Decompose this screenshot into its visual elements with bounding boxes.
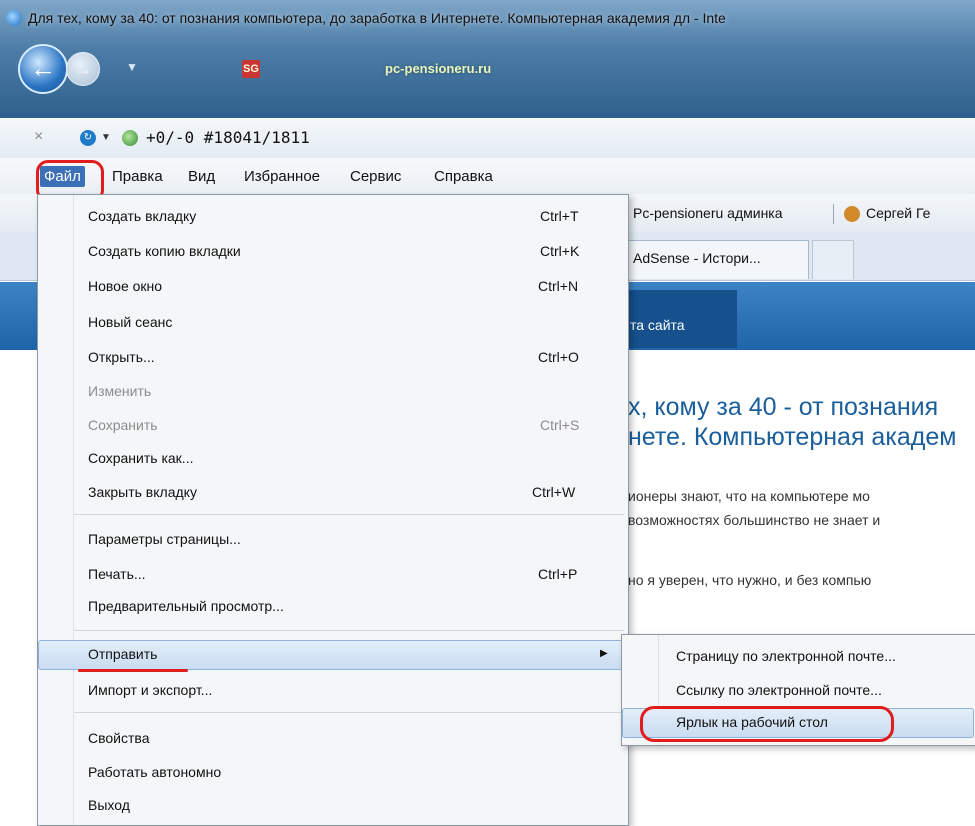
globe-icon[interactable] [122,130,138,146]
menu-item-open[interactable]: Открыть... [88,349,155,365]
menu-item-import-export[interactable]: Импорт и экспорт... [88,682,212,698]
menu-separator [74,514,624,515]
forward-button[interactable]: → [66,52,100,86]
menu-item-page-setup[interactable]: Параметры страницы... [88,531,241,547]
menu-favorites[interactable]: Избранное [244,168,320,185]
shortcut-print: Ctrl+P [538,566,578,582]
menu-item-edit: Изменить [88,383,152,399]
favorites-separator [833,204,834,224]
submenu-item-page-by-email[interactable]: Страницу по электронной почте... [676,648,896,664]
site-nav-label[interactable]: та сайта [630,317,685,333]
menu-view[interactable]: Вид [188,168,215,185]
page-title: х, кому за 40 - от познания нете. Компью… [628,393,957,451]
menu-help[interactable]: Справка [434,168,493,185]
recent-pages-dropdown-icon[interactable]: ▼ [126,60,138,74]
shortcut-new-window: Ctrl+N [538,278,579,294]
shortcut-duplicate-tab: Ctrl+K [540,243,580,259]
back-button[interactable]: ← [18,44,68,94]
menu-item-send[interactable]: Отправить [88,646,157,662]
ie-logo-icon [6,10,22,26]
person-icon [844,206,860,222]
shortcut-open: Ctrl+O [538,349,579,365]
menu-separator [74,630,624,631]
new-tab-button[interactable] [812,240,854,279]
menu-tools[interactable]: Сервис [350,168,401,185]
site-favicon-icon: SG [242,60,260,78]
annotation-underline-send [78,669,188,672]
address-bar[interactable] [150,58,975,84]
shortcut-close-tab: Ctrl+W [532,484,576,500]
menu-item-properties[interactable]: Свойства [88,730,149,746]
submenu-item-link-by-email[interactable]: Ссылку по электронной почте... [676,682,882,698]
page-paragraph-line: возможностях большинство не знает и [628,512,881,528]
toolbar-close-button[interactable]: × [34,128,43,146]
favorites-link-admin[interactable]: Pc-pensioneru админка [633,205,783,221]
menu-item-save: Сохранить [88,417,158,433]
menu-item-close-tab[interactable]: Закрыть вкладку [88,484,197,500]
menu-item-new-window[interactable]: Новое окно [88,278,162,294]
submenu-arrow-icon: ▶ [600,648,608,659]
tab-adsense-label: AdSense - Истори... [633,250,761,266]
shortcut-new-tab: Ctrl+T [540,208,579,224]
menu-item-print-preview[interactable]: Предварительный просмотр... [88,598,284,614]
menu-item-duplicate-tab[interactable]: Создать копию вкладки [88,243,241,259]
toolbar-addon-icon[interactable]: ↻ [80,130,96,146]
shortcut-save: Ctrl+S [540,417,580,433]
menu-item-print[interactable]: Печать... [88,566,146,582]
toolbar-counter: +0/-0 #18041/1811 [146,128,310,147]
menu-item-new-tab[interactable]: Создать вкладку [88,208,196,224]
menu-edit[interactable]: Правка [112,168,163,185]
page-paragraph-line: ионеры знают, что на компьютере мо [628,488,870,504]
toolbar-dropdown-icon[interactable]: ▼ [101,132,111,143]
menu-item-work-offline[interactable]: Работать автономно [88,764,221,780]
window-title: Для тех, кому за 40: от познания компьют… [28,10,726,26]
menu-item-new-session[interactable]: Новый сеанс [88,314,172,330]
address-url[interactable]: pc-pensioneru.ru [385,61,491,76]
menu-item-exit[interactable]: Выход [88,797,130,813]
menu-separator [74,712,624,713]
menu-item-save-as[interactable]: Сохранить как... [88,450,193,466]
favorites-link-user[interactable]: Сергей Ге [866,205,930,221]
annotation-circle-desktop-shortcut [640,706,894,742]
page-paragraph-line: но я уверен, что нужно, и без компью [628,572,872,588]
